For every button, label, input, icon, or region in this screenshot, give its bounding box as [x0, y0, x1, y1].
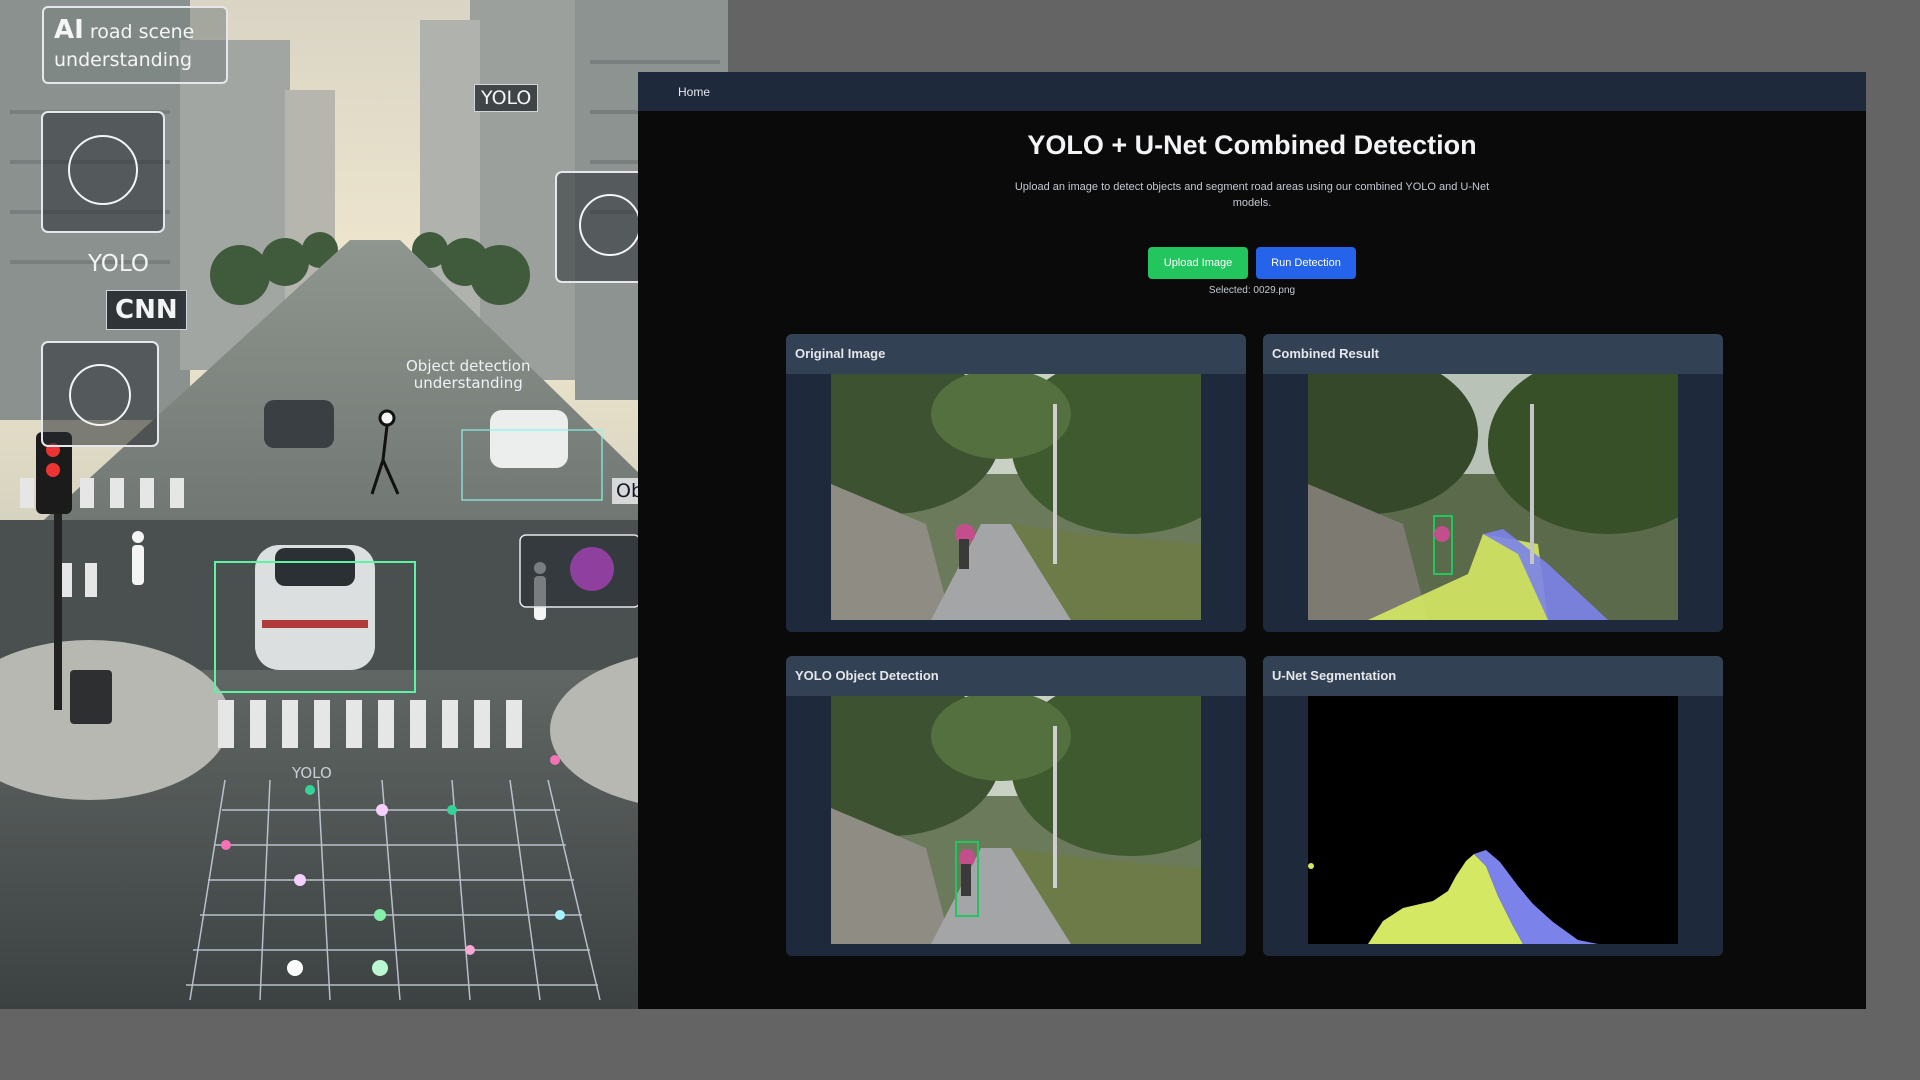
- action-buttons: Upload Image Run Detection: [638, 247, 1866, 279]
- unet-segmentation-card: U-Net Segmentation: [1263, 656, 1723, 956]
- navbar: Home: [638, 72, 1866, 111]
- ai-road-illustration: AI road scene understanding YOLO CNN YOL…: [0, 0, 728, 1009]
- page-description: Upload an image to detect objects and se…: [1014, 181, 1490, 209]
- combined-result-card: Combined Result: [1263, 334, 1723, 632]
- original-image: [831, 374, 1201, 620]
- street-scene-graphic: [0, 0, 728, 1009]
- illustration-cnn-label: CNN: [106, 290, 187, 330]
- yolo-detection-image: [831, 696, 1201, 944]
- card-title: YOLO Object Detection: [786, 656, 1246, 696]
- card-body: [786, 696, 1246, 956]
- illustration-yolo-top-label: YOLO: [474, 84, 539, 112]
- illustration-yolo-bottom-label: YOLO: [292, 764, 332, 782]
- combined-result-image: [1308, 374, 1678, 620]
- illustration-object-caption: Object detection understanding: [406, 357, 531, 392]
- card-body: [1263, 374, 1723, 632]
- detection-app-window: Home YOLO + U-Net Combined Detection Upl…: [638, 72, 1866, 1009]
- segmentation-mask-image: [1308, 696, 1678, 944]
- run-detection-button[interactable]: Run Detection: [1256, 247, 1356, 279]
- upload-image-button[interactable]: Upload Image: [1148, 247, 1248, 279]
- original-image-card: Original Image: [786, 334, 1246, 632]
- yolo-detection-card: YOLO Object Detection: [786, 656, 1246, 956]
- card-body: [1263, 696, 1723, 956]
- illustration-title: AI road scene understanding: [42, 6, 228, 84]
- card-body: [786, 374, 1246, 632]
- card-title: U-Net Segmentation: [1263, 656, 1723, 696]
- illustration-title-ai: AI: [54, 15, 84, 45]
- illustration-yolo-label: YOLO: [88, 251, 149, 277]
- page-title: YOLO + U-Net Combined Detection: [1027, 130, 1477, 160]
- card-title: Original Image: [786, 334, 1246, 374]
- selected-file-label: Selected: 0029.png: [1208, 285, 1296, 296]
- nav-home-link[interactable]: Home: [678, 85, 710, 99]
- card-title: Combined Result: [1263, 334, 1723, 374]
